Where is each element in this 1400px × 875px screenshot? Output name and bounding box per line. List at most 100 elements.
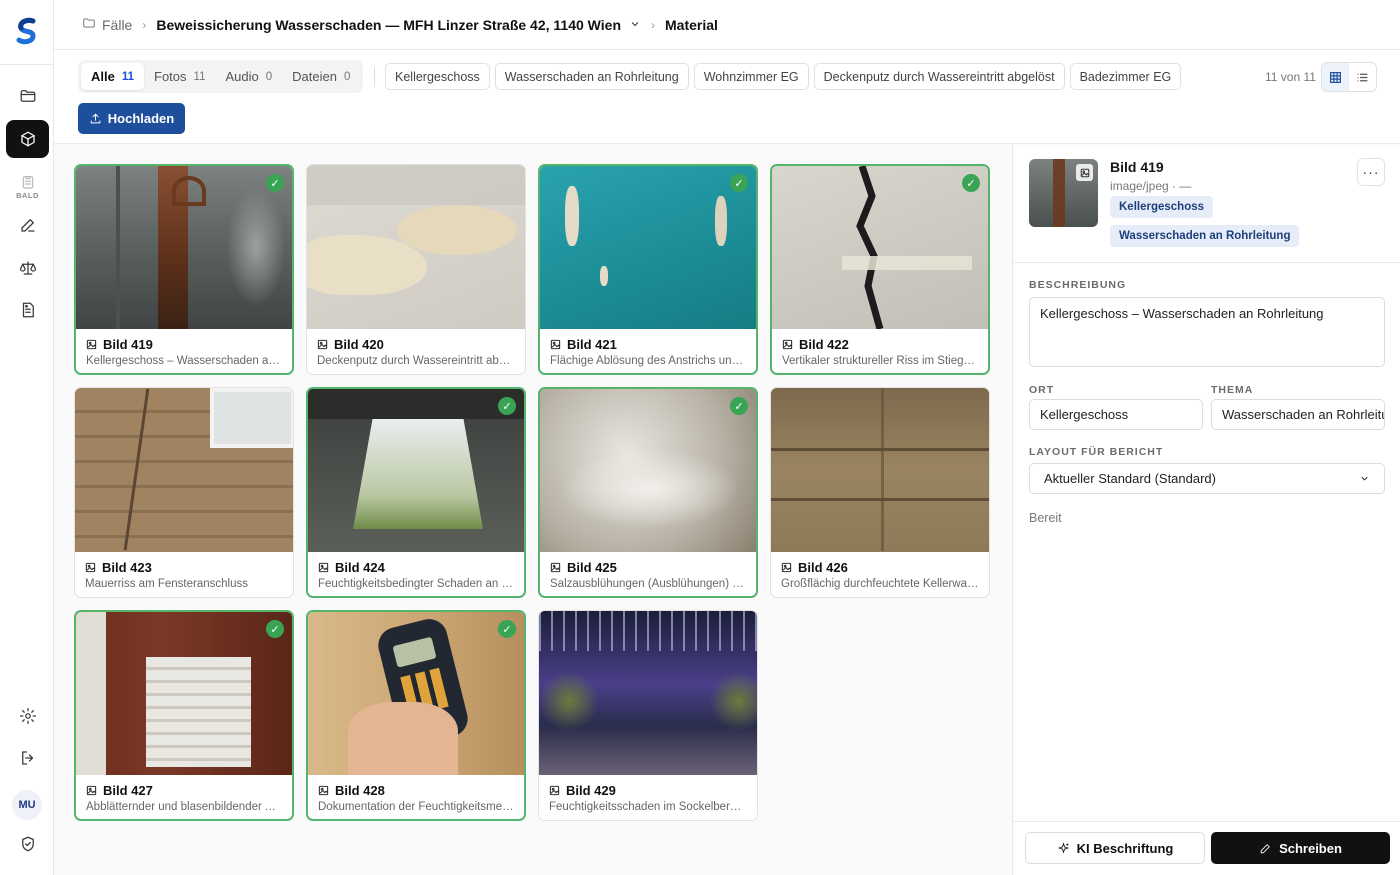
status-text: Bereit (1029, 511, 1062, 525)
check-icon: ✓ (498, 620, 516, 638)
image-icon (782, 339, 793, 350)
card-description: Kellergeschoss – Wasserschaden an Rohrle… (86, 355, 282, 367)
card-title: Bild 419 (103, 337, 153, 352)
breadcrumb-case[interactable]: Beweissicherung Wasserschaden — MFH Linz… (156, 17, 621, 33)
photo-thumbnail (75, 388, 293, 552)
check-icon: ✓ (266, 620, 284, 638)
shield-icon (21, 836, 34, 852)
folder-icon (82, 16, 102, 33)
card-title: Bild 423 (102, 560, 152, 575)
photo-thumbnail (308, 612, 524, 775)
card-description: Salzausblühungen (Ausblühungen) an d… (550, 578, 746, 590)
description-field[interactable]: Kellergeschoss – Wasserschaden an Rohrle… (1029, 297, 1385, 367)
filter-chip[interactable]: Deckenputz durch Wassereintritt abgelöst (813, 63, 1065, 90)
upload-button[interactable]: Hochladen (78, 103, 185, 134)
more-icon: ··· (1362, 164, 1380, 180)
app-logo[interactable] (13, 16, 41, 46)
photo-thumbnail (307, 165, 525, 329)
soon-badge: BALD (16, 191, 39, 200)
breadcrumb-root[interactable]: Fälle (102, 17, 132, 33)
detail-tag[interactable]: Kellergeschoss (1110, 196, 1214, 218)
tab-all[interactable]: Alle 11 (81, 63, 145, 90)
detail-thumbnail[interactable] (1029, 159, 1098, 227)
card-description: Abblätternder und blasenbildender Anst… (86, 801, 282, 813)
upload-icon (90, 113, 101, 124)
thema-input[interactable]: Wasserschaden an Rohrleitung (1211, 399, 1385, 430)
photo-thumbnail (308, 389, 524, 552)
detail-title: Bild 419 (1110, 159, 1164, 175)
clipboard-icon (22, 176, 33, 189)
photo-thumbnail (540, 166, 756, 329)
photo-thumbnail (76, 612, 292, 775)
image-icon (317, 339, 328, 350)
filter-chip[interactable]: Kellergeschoss (385, 63, 490, 90)
left-rail: BALD MU (0, 0, 54, 875)
chevron-down-icon[interactable] (621, 17, 641, 33)
image-icon (86, 339, 97, 350)
media-card[interactable]: ✓ Bild 421 Flächige Ablösung des Anstric… (538, 164, 758, 375)
card-description: Feuchtigkeitsschaden im Sockelbereic… (549, 801, 747, 813)
media-card[interactable]: ✓ Bild 427 Abblätternder und blasenbilde… (74, 610, 294, 821)
nav-edit[interactable] (6, 206, 49, 244)
filter-chips: Kellergeschoss Wasserschaden an Rohrleit… (385, 63, 1182, 90)
box-icon (20, 131, 35, 147)
media-card[interactable]: ✓ Bild 428 Dokumentation der Feuchtigkei… (306, 610, 526, 821)
nav-security[interactable] (6, 825, 49, 863)
image-icon (85, 562, 96, 573)
nav-coming-soon[interactable]: BALD (6, 166, 49, 208)
nav-logout[interactable] (6, 739, 49, 777)
photo-thumbnail (771, 388, 989, 552)
avatar[interactable]: MU (12, 790, 42, 820)
nav-material[interactable] (6, 120, 49, 158)
media-grid: ✓ Bild 419 Kellergeschoss – Wasserschade… (74, 164, 992, 821)
check-icon: ✓ (730, 174, 748, 192)
tab-audio[interactable]: Audio 0 (215, 63, 282, 90)
nav-cases[interactable] (6, 77, 49, 115)
media-card[interactable]: ✓ Bild 419 Kellergeschoss – Wasserschade… (74, 164, 294, 375)
card-title: Bild 421 (567, 337, 617, 352)
list-view-button[interactable] (1349, 63, 1376, 91)
detail-tag[interactable]: Wasserschaden an Rohrleitung (1110, 225, 1300, 247)
more-options-button[interactable]: ··· (1357, 158, 1385, 186)
gear-icon (19, 707, 36, 725)
card-title: Bild 425 (567, 560, 617, 575)
ort-input[interactable]: Kellergeschoss (1029, 399, 1203, 430)
grid-view-button[interactable] (1322, 63, 1349, 91)
media-card[interactable]: ✓ Bild 424 Feuchtigkeitsbedingter Schade… (306, 387, 526, 598)
media-card[interactable]: ✓ Bild 422 Vertikaler struktureller Riss… (770, 164, 990, 375)
write-button[interactable]: Schreiben (1211, 832, 1390, 864)
filter-chip[interactable]: Wohnzimmer EG (693, 63, 809, 90)
nav-legal[interactable] (6, 249, 49, 287)
check-icon: ✓ (730, 397, 748, 415)
nav-settings[interactable] (6, 697, 49, 735)
media-card[interactable]: Bild 423 Mauerriss am Fensteranschluss (74, 387, 294, 598)
media-card[interactable]: Bild 426 Großflächig durchfeuchtete Kell… (770, 387, 990, 598)
card-title: Bild 422 (799, 337, 849, 352)
image-icon (549, 785, 560, 796)
card-description: Mauerriss am Fensteranschluss (85, 578, 248, 590)
check-icon: ✓ (498, 397, 516, 415)
image-icon (318, 785, 329, 796)
layout-select[interactable]: Aktueller Standard (Standard) (1029, 463, 1385, 494)
image-icon (1076, 164, 1093, 181)
card-title: Bild 429 (566, 783, 616, 798)
grid-icon (1330, 71, 1341, 83)
layout-selected-value: Aktueller Standard (Standard) (1044, 471, 1216, 486)
description-label: BESCHREIBUNG (1029, 279, 1127, 291)
media-card[interactable]: Bild 429 Feuchtigkeitsschaden im Sockelb… (538, 610, 758, 821)
media-card[interactable]: ✓ Bild 425 Salzausblühungen (Ausblühunge… (538, 387, 758, 598)
filter-chip[interactable]: Badezimmer EG (1069, 63, 1182, 90)
card-description: Dokumentation der Feuchtigkeitsmessu… (318, 801, 514, 813)
card-title: Bild 428 (335, 783, 385, 798)
detail-mime: image/jpeg · — (1110, 179, 1192, 193)
breadcrumb-current: Material (665, 16, 718, 33)
tab-files[interactable]: Dateien 0 (282, 63, 360, 90)
tab-photos[interactable]: Fotos 11 (144, 63, 215, 90)
card-title: Bild 420 (334, 337, 384, 352)
photo-thumbnail (76, 166, 292, 329)
media-card[interactable]: Bild 420 Deckenputz durch Wassereintritt… (306, 164, 526, 375)
nav-documents[interactable] (6, 291, 49, 329)
ai-caption-button[interactable]: KI Beschriftung (1025, 832, 1205, 864)
file-icon (22, 302, 34, 318)
filter-chip[interactable]: Wasserschaden an Rohrleitung (494, 63, 689, 90)
